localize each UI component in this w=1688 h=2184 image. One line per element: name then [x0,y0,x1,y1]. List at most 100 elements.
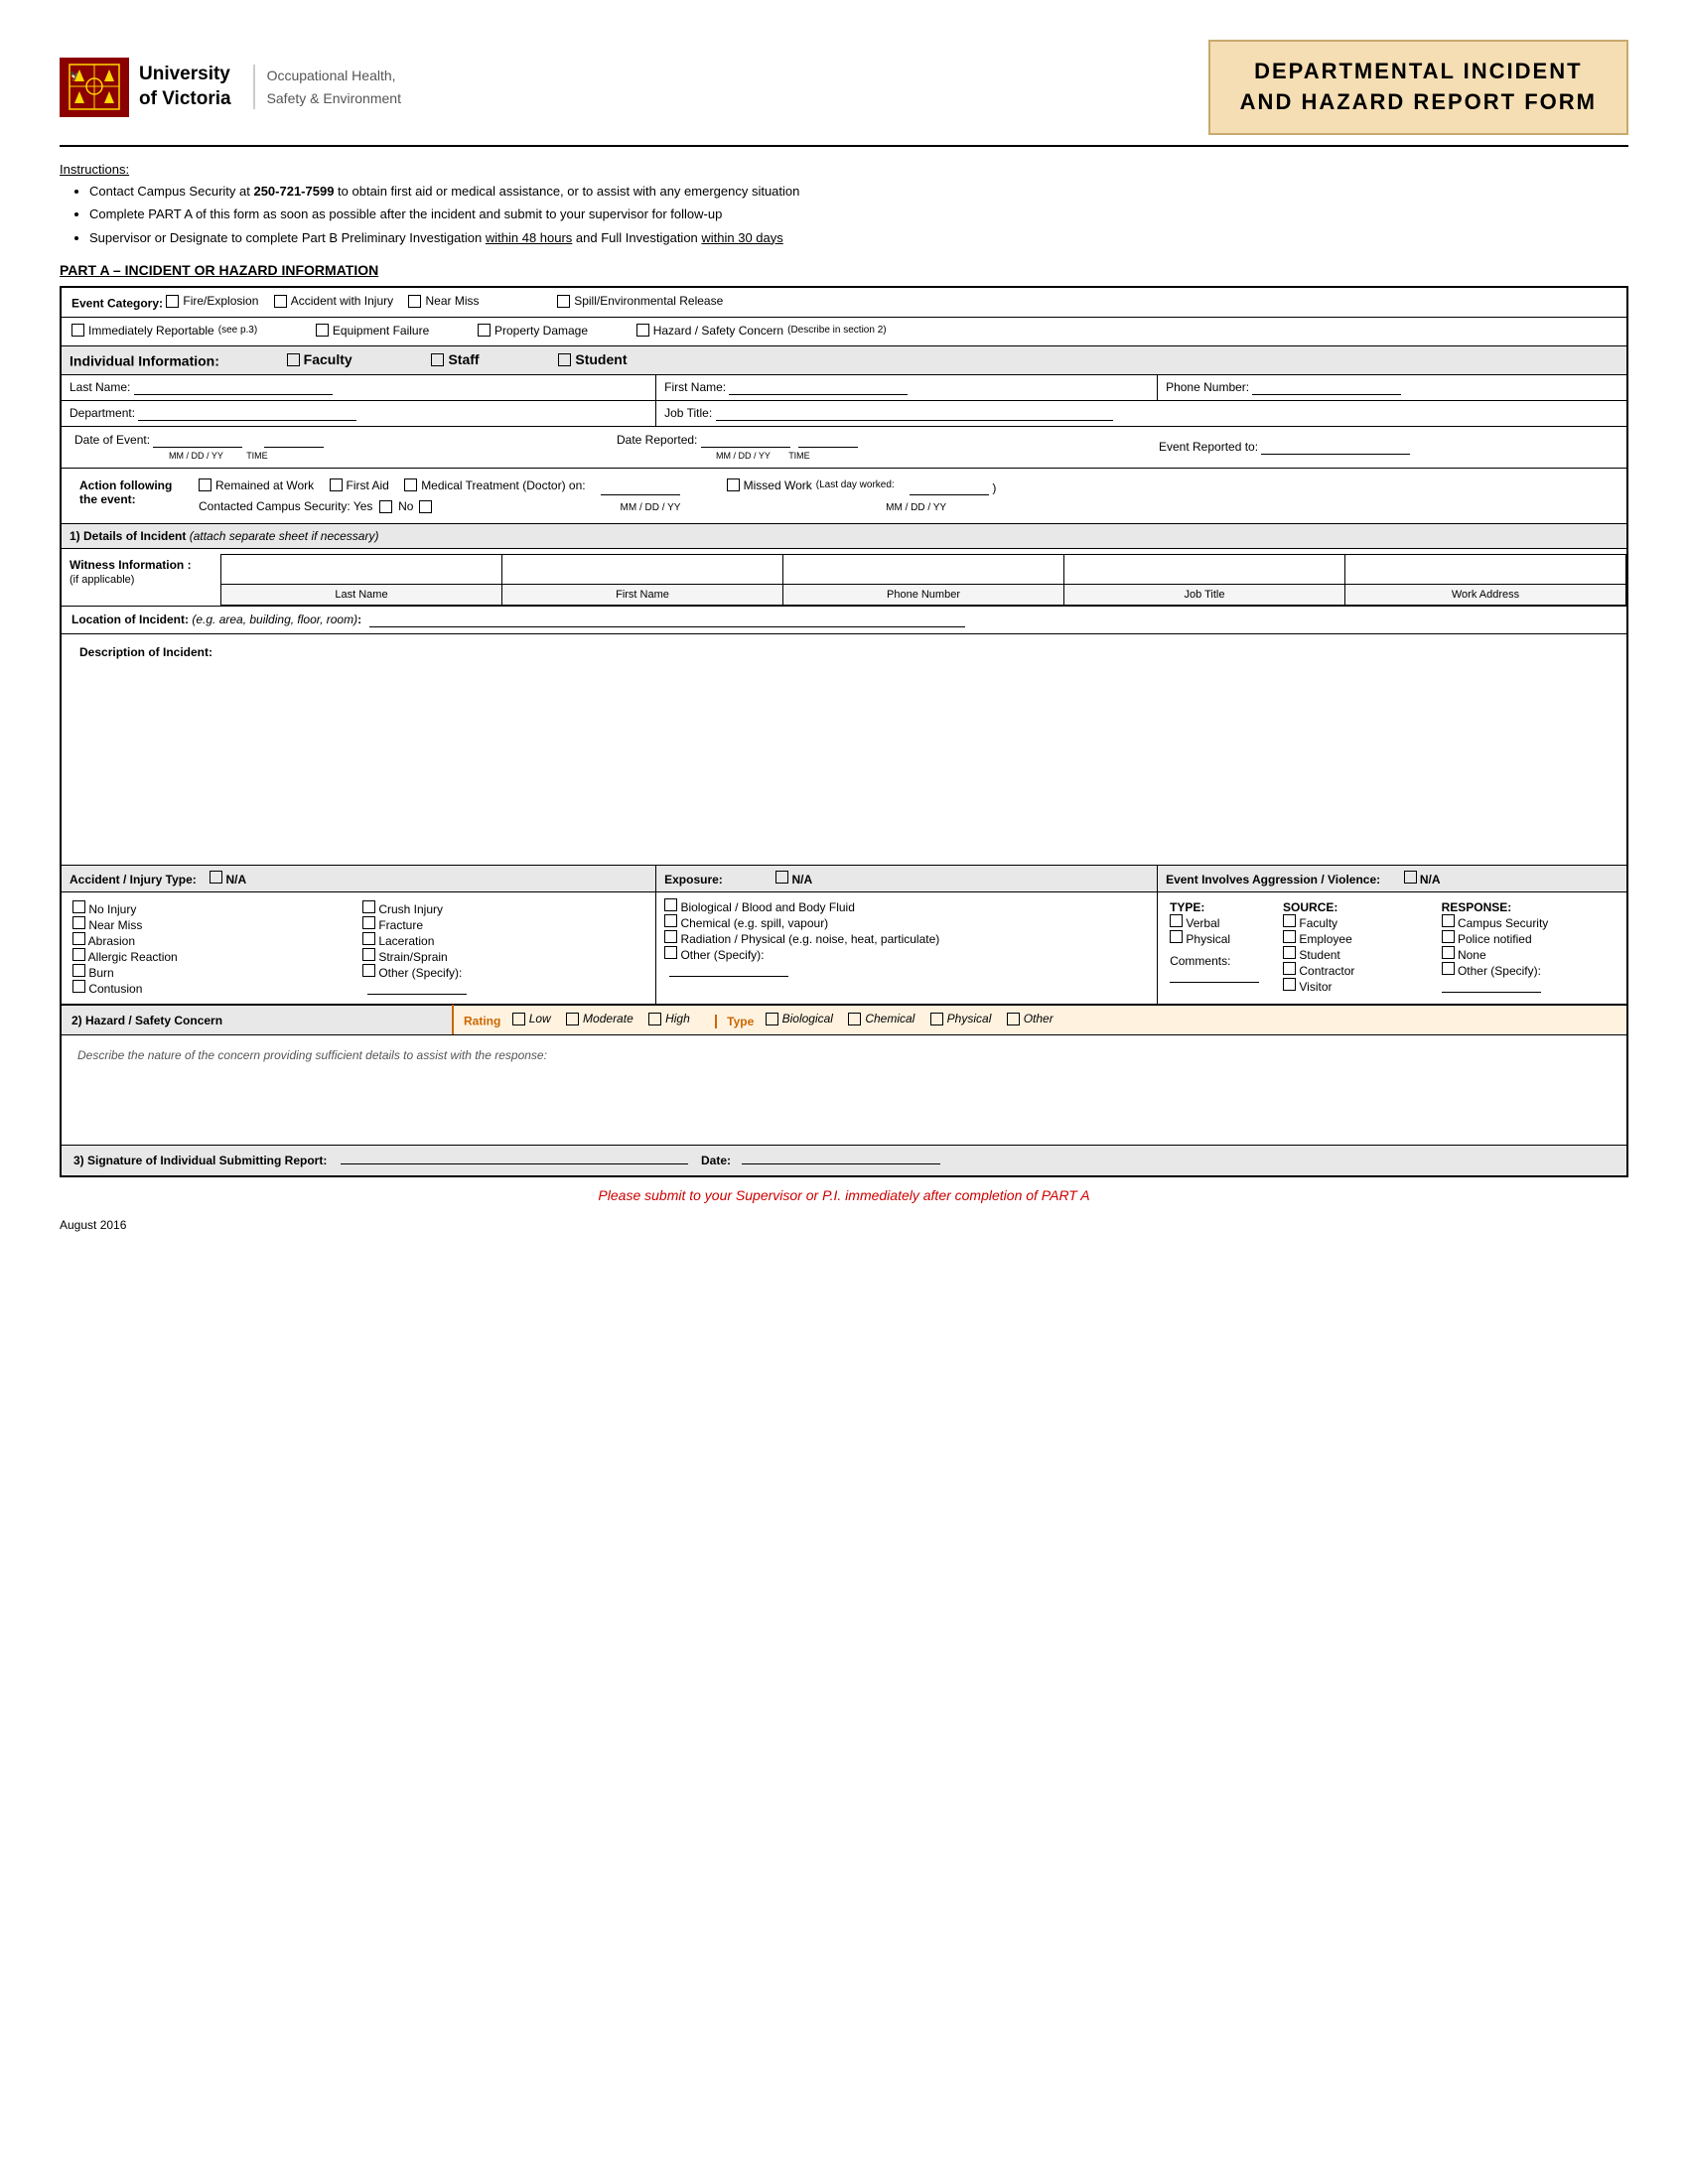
laceration-checkbox[interactable] [362,932,375,945]
comments-input[interactable] [1170,968,1259,983]
contusion-checkbox[interactable] [72,980,85,993]
first-name-input[interactable] [729,380,908,395]
student-checkbox[interactable] [558,353,571,366]
equipment-failure-checkbox[interactable] [316,324,329,337]
fracture-checkbox[interactable] [362,916,375,929]
source-faculty-option[interactable]: Faculty [1283,914,1434,930]
laceration-option[interactable]: Laceration [362,932,644,948]
none-option[interactable]: None [1442,946,1615,962]
accident-injury-checkbox[interactable] [274,295,287,308]
first-aid-checkbox[interactable] [330,478,343,491]
job-title-input[interactable] [716,406,1113,421]
first-aid-option[interactable]: First Aid [330,478,389,492]
physical-type-checkbox[interactable] [930,1013,943,1025]
source-employee-option[interactable]: Employee [1283,930,1434,946]
source-contractor-checkbox[interactable] [1283,962,1296,975]
student-option[interactable]: Student [558,351,627,367]
remained-at-work-option[interactable]: Remained at Work [199,478,314,492]
source-student-checkbox[interactable] [1283,946,1296,959]
faculty-checkbox[interactable] [287,353,300,366]
other-exposure-option[interactable]: Other (Specify): [664,946,1149,962]
other-injury-input[interactable] [367,980,467,995]
aggression-na-option[interactable]: N/A [1404,873,1441,887]
bio-exposure-option[interactable]: Biological / Blood and Body Fluid [664,898,1149,914]
high-checkbox[interactable] [648,1013,661,1025]
chemical-type-option[interactable]: Chemical [848,1012,914,1025]
other-resp-option[interactable]: Other (Specify): [1442,962,1615,978]
contusion-option[interactable]: Contusion [72,980,356,996]
time-of-event-input[interactable] [264,433,324,448]
physical-type-option[interactable]: Physical [930,1012,992,1025]
remained-checkbox[interactable] [199,478,211,491]
near-miss-inj-checkbox[interactable] [72,916,85,929]
staff-option[interactable]: Staff [431,351,479,367]
spill-env-option[interactable]: Spill/Environmental Release [557,294,723,308]
medical-treatment-checkbox[interactable] [404,478,417,491]
other-type-option[interactable]: Other [1007,1012,1054,1025]
moderate-checkbox[interactable] [566,1013,579,1025]
allergic-checkbox[interactable] [72,948,85,961]
last-name-input[interactable] [134,380,333,395]
source-student-option[interactable]: Student [1283,946,1434,962]
near-miss-inj-option[interactable]: Near Miss [72,916,356,932]
accident-na-checkbox[interactable] [210,871,222,884]
fire-explosion-checkbox[interactable] [166,295,179,308]
fire-explosion-option[interactable]: Fire/Explosion [166,294,258,308]
accident-na-option[interactable]: N/A [210,873,246,887]
time-reported-input[interactable] [798,433,858,448]
burn-checkbox[interactable] [72,964,85,977]
other-exposure-checkbox[interactable] [664,946,677,959]
physical-checkbox[interactable] [1170,930,1183,943]
date-reported-input[interactable] [701,433,790,448]
no-injury-option[interactable]: No Injury [72,900,356,916]
date-of-event-input[interactable] [153,433,242,448]
police-notified-option[interactable]: Police notified [1442,930,1615,946]
yes-checkbox[interactable] [379,500,392,513]
missed-work-input[interactable] [910,480,989,495]
no-checkbox[interactable] [419,500,432,513]
other-injury-checkbox[interactable] [362,964,375,977]
chemical-exposure-option[interactable]: Chemical (e.g. spill, vapour) [664,914,1149,930]
crush-option[interactable]: Crush Injury [362,900,644,916]
incident-description-area[interactable] [70,661,1618,860]
verbal-option[interactable]: Verbal [1170,914,1275,930]
radiation-exposure-checkbox[interactable] [664,930,677,943]
other-resp-checkbox[interactable] [1442,962,1455,975]
other-type-checkbox[interactable] [1007,1013,1020,1025]
biological-type-checkbox[interactable] [766,1013,778,1025]
event-reported-to-input[interactable] [1261,440,1410,455]
low-checkbox[interactable] [512,1013,525,1025]
fracture-option[interactable]: Fracture [362,916,644,932]
phone-number-input[interactable] [1252,380,1401,395]
chemical-type-checkbox[interactable] [848,1013,861,1025]
strain-option[interactable]: Strain/Sprain [362,948,644,964]
source-faculty-checkbox[interactable] [1283,914,1296,927]
allergic-option[interactable]: Allergic Reaction [72,948,356,964]
near-miss-checkbox[interactable] [408,295,421,308]
accident-injury-option[interactable]: Accident with Injury [274,294,393,308]
radiation-exposure-option[interactable]: Radiation / Physical (e.g. noise, heat, … [664,930,1149,946]
source-employee-checkbox[interactable] [1283,930,1296,943]
bio-exposure-checkbox[interactable] [664,898,677,911]
chemical-exposure-checkbox[interactable] [664,914,677,927]
crush-checkbox[interactable] [362,900,375,913]
property-damage-checkbox[interactable] [478,324,491,337]
exposure-na-option[interactable]: N/A [775,873,812,887]
source-visitor-checkbox[interactable] [1283,978,1296,991]
physical-option[interactable]: Physical [1170,930,1275,946]
hazard-safety-option[interactable]: Hazard / Safety Concern (Describe in sec… [636,324,887,338]
location-input[interactable] [369,613,965,627]
abrasion-checkbox[interactable] [72,932,85,945]
no-injury-checkbox[interactable] [72,900,85,913]
other-resp-input[interactable] [1442,978,1541,993]
faculty-option[interactable]: Faculty [287,351,352,367]
other-exposure-input[interactable] [669,962,788,977]
moderate-option[interactable]: Moderate [566,1012,633,1025]
exposure-na-checkbox[interactable] [775,871,788,884]
hazard-safety-checkbox[interactable] [636,324,649,337]
staff-checkbox[interactable] [431,353,444,366]
aggression-na-checkbox[interactable] [1404,871,1417,884]
source-contractor-option[interactable]: Contractor [1283,962,1434,978]
department-input[interactable] [138,406,356,421]
equipment-failure-option[interactable]: Equipment Failure [316,324,429,338]
